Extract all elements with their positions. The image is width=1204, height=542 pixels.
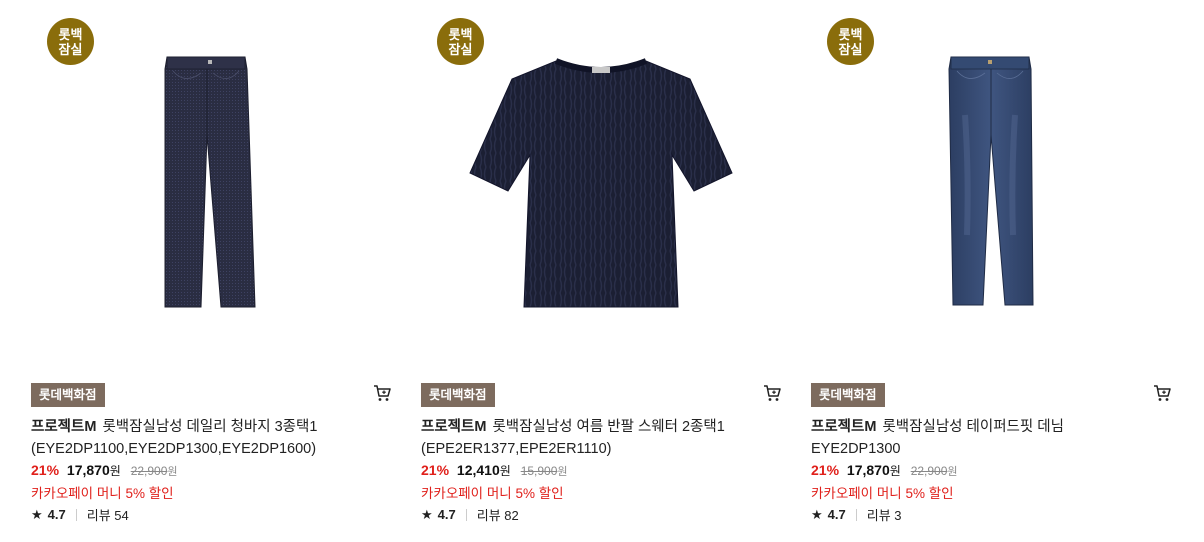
promo-text: 카카오페이 머니 5% 할인 [811,486,954,501]
rating-score: 4.7 [437,507,456,522]
product-card[interactable]: 롯백 잠실 롯데백화점 프로젝트M 롯백잠실남성 여름 반팔 스웨터 2종택1 (… [421,0,781,542]
product-name: 롯백잠실남성 테이퍼드핏 데님 [882,419,1064,435]
product-thumbnail[interactable]: 롯백 잠실 [31,0,391,360]
product-name: 롯백잠실남성 여름 반팔 스웨터 2종택1 [492,419,725,435]
product-title[interactable]: 프로젝트M 롯백잠실남성 여름 반팔 스웨터 2종택1 (EPE2ER1377,E… [421,416,781,460]
jeans-image [164,56,256,308]
star-icon: ★ [421,506,433,522]
star-icon: ★ [31,506,43,522]
product-card[interactable]: 롯백 잠실 롯데백화점 프로젝트M 롯백잠실남성 데일리 청바지 3종택1 (EY… [31,0,391,542]
original-price-unit: 원 [557,466,568,478]
product-title[interactable]: 프로젝트M 롯백잠실남성 데일리 청바지 3종택1 (EYE2DP1100,EYE… [31,416,391,460]
store-badge-line1: 롯백 [58,26,83,42]
original-price-unit: 원 [947,466,958,478]
discount-rate: 21% [421,462,450,478]
star-icon: ★ [811,506,823,522]
original-price-unit: 원 [167,466,178,478]
store-badge-line2: 잠실 [448,41,473,57]
brand-name: 프로젝트M [421,419,487,435]
store-badge-line2: 잠실 [58,41,83,57]
product-thumbnail[interactable]: 롯백 잠실 [421,0,781,360]
brand-name: 프로젝트M [811,419,877,435]
store-badge: 롯백 잠실 [47,18,94,65]
sale-price: 17,870 [846,462,890,478]
cart-icon[interactable] [763,384,781,402]
discount-rate: 21% [811,462,840,478]
sweater-image [469,58,733,308]
rating-row: ★ 4.7 리뷰 82 [421,505,519,524]
product-code: (EPE2ER1377,EPE2ER1110) [421,441,612,457]
store-badge: 롯백 잠실 [437,18,484,65]
brand-name: 프로젝트M [31,419,97,435]
promo-text: 카카오페이 머니 5% 할인 [31,486,174,501]
original-price: 22,900 [910,464,948,478]
product-card[interactable]: 롯백 잠실 롯데백화점 프로젝트M 롯백잠실남성 테이퍼드핏 데님 EYE2DP1… [811,0,1171,542]
price-unit: 원 [499,464,511,478]
product-thumbnail[interactable]: 롯백 잠실 [811,0,1171,360]
product-code: (EYE2DP1100,EYE2DP1300,EYE2DP1600) [31,441,317,457]
divider [855,508,857,521]
original-price: 22,900 [130,464,168,478]
store-badge: 롯백 잠실 [827,18,874,65]
review-count[interactable]: 리뷰 3 [867,505,902,524]
department-store-badge: 롯데백화점 [811,383,885,407]
rating-score: 4.7 [827,507,846,522]
review-count[interactable]: 리뷰 54 [87,505,129,524]
rating-score: 4.7 [47,507,66,522]
original-price: 15,900 [520,464,558,478]
review-count[interactable]: 리뷰 82 [477,505,519,524]
discount-rate: 21% [31,462,60,478]
store-badge-line1: 롯백 [838,26,863,42]
sale-price: 12,410 [456,462,500,478]
product-code: EYE2DP1300 [811,441,901,457]
promo-text: 카카오페이 머니 5% 할인 [421,486,564,501]
rating-row: ★ 4.7 리뷰 54 [31,505,129,524]
product-name: 롯백잠실남성 데일리 청바지 3종택1 [102,419,318,435]
store-badge-line1: 롯백 [448,26,473,42]
divider [465,508,467,521]
department-store-badge: 롯데백화점 [31,383,105,407]
sale-price: 17,870 [66,462,110,478]
product-title[interactable]: 프로젝트M 롯백잠실남성 테이퍼드핏 데님 EYE2DP1300 [811,416,1171,460]
rating-row: ★ 4.7 리뷰 3 [811,505,902,524]
cart-icon[interactable] [1153,384,1171,402]
jeans-image [948,56,1034,306]
price-unit: 원 [889,464,901,478]
price-row: 21% 17,870원 22,900원 [31,462,178,479]
store-badge-line2: 잠실 [838,41,863,57]
cart-icon[interactable] [373,384,391,402]
price-row: 21% 12,410원 15,900원 [421,462,568,479]
price-row: 21% 17,870원 22,900원 [811,462,958,479]
price-unit: 원 [109,464,121,478]
department-store-badge: 롯데백화점 [421,383,495,407]
divider [75,508,77,521]
